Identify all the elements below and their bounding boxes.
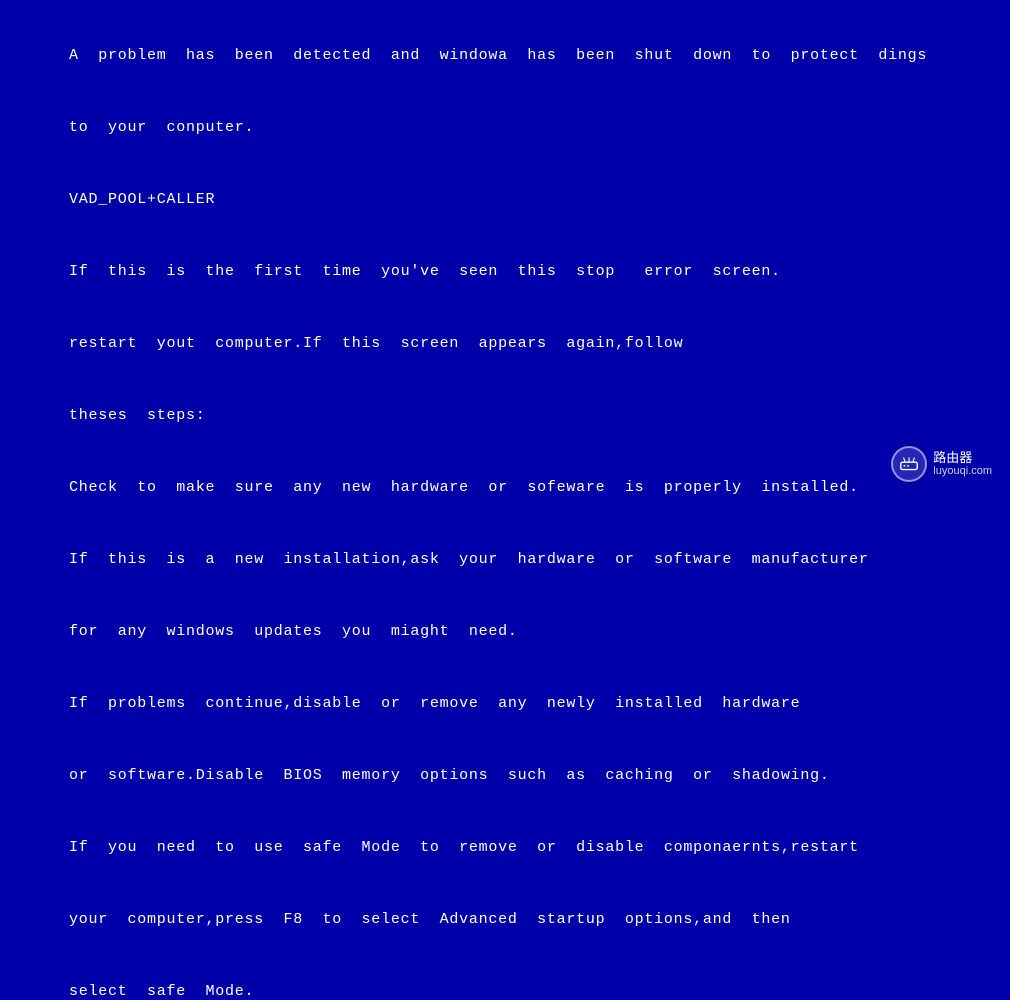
bsod-line14: select safe Mode. <box>69 983 254 1000</box>
bsod-line3: VAD_POOL+CALLER <box>69 191 215 208</box>
bsod-line4: If this is the first time you've seen th… <box>69 263 781 280</box>
bsod-line10: If problems continue,disable or remove a… <box>69 695 800 712</box>
watermark-brand: 路由器 <box>933 450 992 466</box>
bsod-line1: A problem has been detected and windowa … <box>69 47 927 64</box>
bsod-line13: your computer,press F8 to select Advance… <box>69 911 791 928</box>
bsod-line6: theses steps: <box>69 407 206 424</box>
bsod-content: A problem has been detected and windowa … <box>30 20 980 1000</box>
bsod-line8: If this is a new installation,ask your h… <box>69 551 869 568</box>
bsod-line11: or software.Disable BIOS memory options … <box>69 767 830 784</box>
bsod-line9: for any windows updates you miaght need. <box>69 623 518 640</box>
bsod-line12: If you need to use safe Mode to remove o… <box>69 839 859 856</box>
bsod-line2: to your conputer. <box>69 119 254 136</box>
watermark-site: luyouqi.com <box>933 465 992 478</box>
bsod-line7: Check to make sure any new hardware or s… <box>69 479 859 496</box>
bsod-line5: restart yout computer.If this screen app… <box>69 335 683 352</box>
watermark: 路由器 luyouqi.com <box>891 446 992 482</box>
router-icon <box>898 453 920 475</box>
bsod-screen: A problem has been detected and windowa … <box>0 0 1010 500</box>
watermark-label: 路由器 luyouqi.com <box>933 450 992 479</box>
watermark-icon <box>891 446 927 482</box>
